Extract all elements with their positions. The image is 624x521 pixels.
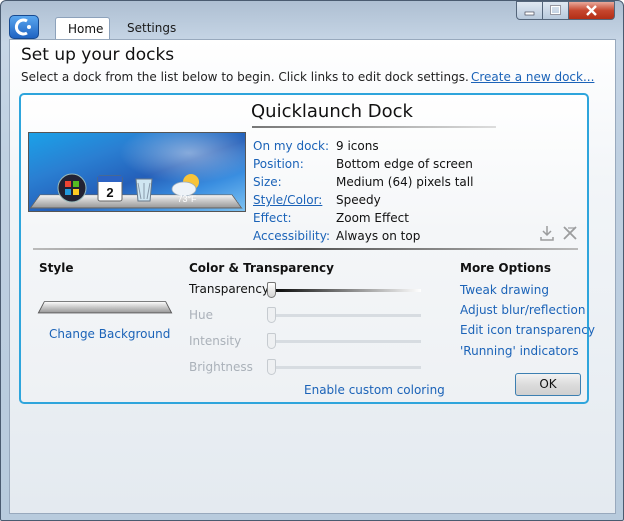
maximize-icon: [550, 5, 561, 15]
running-indicators-link[interactable]: 'Running' indicators: [460, 344, 579, 358]
style-heading: Style: [39, 261, 74, 275]
page-title: Set up your docks: [21, 45, 175, 65]
app-window: Home Settings Set up your docks Select a…: [0, 0, 624, 521]
windows-logo-icon: [57, 173, 87, 203]
minimize-icon: [524, 11, 535, 16]
property-value: Zoom Effect: [336, 211, 409, 225]
intensity-slider-thumb: [267, 333, 276, 349]
property-value: 9 icons: [336, 139, 379, 153]
calendar-icon: 2: [97, 175, 123, 202]
edit-icon-transparency-link[interactable]: Edit icon transparency: [460, 323, 595, 337]
close-icon: [586, 5, 597, 16]
download-icon[interactable]: [539, 225, 555, 241]
home-tab-panel: Set up your docks Select a dock from the…: [9, 39, 616, 514]
dock-preview[interactable]: 2 73°F: [28, 132, 246, 212]
property-key: Position:: [253, 157, 304, 171]
intensity-slider-track: [269, 340, 421, 343]
property-key: On my dock:: [253, 139, 330, 153]
maximize-button[interactable]: [542, 1, 569, 20]
property-value: Speedy: [336, 193, 381, 207]
section-divider: [33, 248, 578, 250]
hue-label: Hue: [189, 308, 214, 322]
calendar-day: 2: [106, 185, 113, 200]
transparency-label: Transparency: [189, 282, 270, 296]
brightness-slider-thumb: [267, 359, 276, 375]
delete-icon[interactable]: [562, 225, 578, 241]
hue-slider-thumb: [267, 307, 276, 323]
property-key: Size:: [253, 175, 282, 189]
intensity-label: Intensity: [189, 334, 242, 348]
intro-text: Select a dock from the list below to beg…: [21, 70, 469, 84]
property-key: Accessibility:: [253, 229, 331, 243]
title-bar: Home Settings: [1, 1, 623, 40]
tab-settings[interactable]: Settings: [115, 17, 187, 39]
property-value: Always on top: [336, 229, 421, 243]
adjust-blur-reflection-link[interactable]: Adjust blur/reflection: [460, 303, 585, 317]
more-options-heading: More Options: [460, 261, 551, 275]
ok-button[interactable]: OK: [515, 373, 581, 396]
style-preview-shelf[interactable]: [37, 301, 173, 314]
minimize-button[interactable]: [516, 1, 543, 20]
brightness-label: Brightness: [189, 360, 253, 374]
property-value: Medium (64) pixels tall: [336, 175, 474, 189]
tab-home[interactable]: Home: [55, 17, 110, 40]
style-color-link[interactable]: Style/Color:: [253, 193, 322, 207]
dock-name-rule: [252, 126, 496, 128]
transparency-slider-thumb[interactable]: [267, 282, 276, 298]
recycle-bin-icon: [135, 178, 153, 202]
transparency-slider-track[interactable]: [269, 289, 421, 292]
close-button[interactable]: [568, 1, 615, 20]
tweak-drawing-link[interactable]: Tweak drawing: [460, 283, 549, 297]
brightness-slider-track: [269, 366, 421, 369]
hue-slider-track: [269, 314, 421, 317]
change-background-link[interactable]: Change Background: [49, 327, 170, 341]
app-logo-icon[interactable]: [9, 15, 39, 39]
weather-icon: 73°F: [171, 174, 199, 204]
color-transparency-heading: Color & Transparency: [189, 261, 334, 275]
property-value: Bottom edge of screen: [336, 157, 473, 171]
dock-name: Quicklaunch Dock: [251, 101, 413, 122]
temperature-label: 73°F: [177, 194, 197, 204]
enable-custom-coloring-link[interactable]: Enable custom coloring: [304, 383, 445, 397]
dock-panel: 2 73°F Quicklaunch Dock On my dock: 9 ic…: [19, 93, 595, 404]
create-new-dock-link[interactable]: Create a new dock...: [471, 70, 594, 84]
property-key: Effect:: [253, 211, 292, 225]
